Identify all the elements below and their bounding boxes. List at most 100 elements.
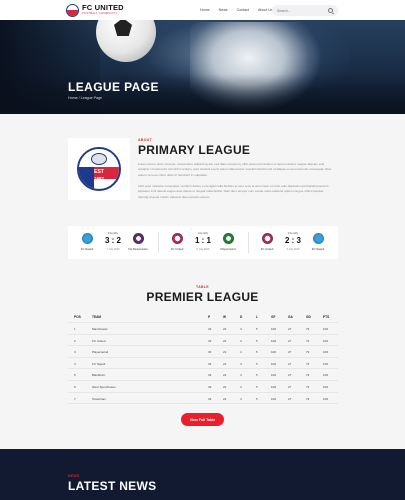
team-crest-icon: [172, 233, 183, 244]
table-row[interactable]: 2 FC United 33 22 4 5 100 27 73 106: [68, 335, 338, 347]
match-label: Friendly: [198, 231, 208, 235]
team-crest-icon: [262, 233, 273, 244]
cell-gf: 100: [271, 361, 277, 366]
cell-pos: 1: [74, 327, 76, 331]
col-w[interactable]: W: [223, 315, 226, 319]
col-p[interactable]: P: [208, 315, 210, 319]
view-full-table-button[interactable]: View Full Table: [181, 413, 224, 426]
logo-title: FC UNITED: [82, 3, 124, 13]
col-gd[interactable]: GD: [306, 315, 311, 319]
away-team: FG Moscovians: [128, 247, 148, 251]
emblem-est: EST: [94, 169, 104, 175]
nav-contact[interactable]: Contact: [237, 8, 249, 12]
cell-ga: 27: [288, 327, 292, 331]
cell-p: 33: [208, 350, 212, 355]
col-team[interactable]: TEAM: [92, 315, 101, 319]
table-row[interactable]: 6 West Sporchester 33 22 4 5 100 27 73 106: [68, 381, 338, 393]
club-crest-icon: [66, 3, 79, 17]
away-team: Playerswind: [220, 247, 236, 251]
cell-gd: 73: [306, 327, 310, 331]
cell-w: 22: [223, 396, 227, 401]
match-date: 7 July 2016: [106, 248, 120, 251]
cell-pts: 106: [323, 350, 329, 355]
emblem-year: 1987: [93, 176, 104, 181]
cell-p: 33: [208, 384, 212, 389]
cell-pos: 3: [74, 350, 76, 355]
cell-gf: 100: [271, 350, 277, 355]
cell-d: 4: [240, 350, 242, 355]
cell-pos: 4: [74, 361, 76, 366]
team-crest-icon: [313, 233, 324, 244]
cell-pos: 2: [74, 338, 76, 343]
cell-gd: 73: [306, 338, 310, 343]
cell-p: 33: [208, 327, 212, 331]
search-icon[interactable]: [328, 8, 333, 13]
cell-team: FC Napoli: [92, 361, 106, 366]
nav-news[interactable]: News: [219, 8, 228, 12]
cell-ga: 27: [288, 361, 292, 366]
cell-l: 5: [256, 361, 258, 366]
match-label: Friendly: [108, 231, 118, 235]
table-row[interactable]: 1 Manchester 33 22 4 5 100 27 73 106: [68, 323, 338, 335]
cell-team: Manchester: [92, 327, 108, 331]
cell-gd: 73: [306, 361, 310, 366]
league-logo-card: EST 1987: [68, 138, 130, 200]
cell-gf: 100: [271, 384, 277, 389]
match-label: Friendly: [288, 231, 298, 235]
news-kicker: NEWS: [68, 474, 80, 478]
match-card[interactable]: FC Napoli Friendly 3 : 2 7 July 2016 FG …: [68, 226, 158, 259]
cell-p: 33: [208, 373, 212, 378]
cell-w: 22: [223, 327, 227, 331]
cell-w: 22: [223, 338, 227, 343]
cell-d: 4: [240, 338, 242, 343]
team-crest-icon: [82, 233, 93, 244]
match-date: 5 July 2016: [196, 248, 210, 251]
hero-fade: [0, 74, 405, 114]
site-logo[interactable]: FC UNITED FOOTBALL COMMUNITY: [66, 3, 124, 17]
col-d[interactable]: D: [240, 315, 242, 319]
cell-pts: 106: [323, 373, 329, 378]
breadcrumb[interactable]: Home / League Page: [68, 96, 102, 100]
cell-gd: 73: [306, 350, 310, 355]
cell-team: West Sporchester: [92, 384, 116, 389]
nav-home[interactable]: Home: [200, 8, 210, 12]
cell-pts: 106: [323, 384, 329, 389]
col-ga[interactable]: GA: [288, 315, 293, 319]
col-pts[interactable]: PTS: [323, 315, 329, 319]
match-score: 1 : 1: [194, 236, 211, 245]
table-title: PREMIER LEAGUE: [146, 290, 259, 304]
cell-ga: 27: [288, 338, 292, 343]
cell-gd: 73: [306, 396, 310, 401]
search-box: [272, 5, 338, 16]
col-pos[interactable]: POS: [74, 315, 81, 319]
cell-l: 5: [256, 350, 258, 355]
logo-subtitle: FOOTBALL COMMUNITY: [82, 11, 118, 15]
team-crest-icon: [223, 233, 234, 244]
cell-gf: 100: [271, 373, 277, 378]
cell-l: 5: [256, 396, 258, 401]
col-gf[interactable]: GF: [271, 315, 275, 319]
table-row[interactable]: 7 Tottenham 33 22 4 5 100 27 73 106: [68, 393, 338, 405]
page-title: LEAGUE PAGE: [68, 80, 159, 94]
cell-w: 22: [223, 373, 227, 378]
cell-l: 5: [256, 384, 258, 389]
cell-gf: 100: [271, 396, 277, 401]
match-card[interactable]: FC United Friendly 2 : 3 3 July 2016 FC …: [248, 226, 338, 259]
cell-pts: 106: [323, 327, 329, 331]
cell-d: 4: [240, 396, 242, 401]
cell-p: 33: [208, 338, 212, 343]
cell-pos: 7: [74, 396, 76, 401]
table-row[interactable]: 5 Blackburn 33 22 4 5 100 27 73 106: [68, 369, 338, 381]
col-l[interactable]: L: [256, 315, 258, 319]
emblem-ball: [91, 153, 107, 165]
nav-about-us[interactable]: About Us: [258, 8, 273, 12]
match-card[interactable]: FC United Friendly 1 : 1 5 July 2016 Pla…: [158, 226, 248, 259]
news-title: LATEST NEWS: [68, 479, 157, 493]
cell-ga: 27: [288, 373, 292, 378]
cell-ga: 27: [288, 396, 292, 401]
table-row[interactable]: 3 Playerswind 33 22 4 5 100 27 73 106: [68, 346, 338, 358]
cell-w: 22: [223, 384, 227, 389]
cell-pts: 106: [323, 361, 329, 366]
table-row[interactable]: 4 FC Napoli 33 22 4 5 100 27 73 106: [68, 358, 338, 370]
search-input[interactable]: [277, 8, 325, 13]
